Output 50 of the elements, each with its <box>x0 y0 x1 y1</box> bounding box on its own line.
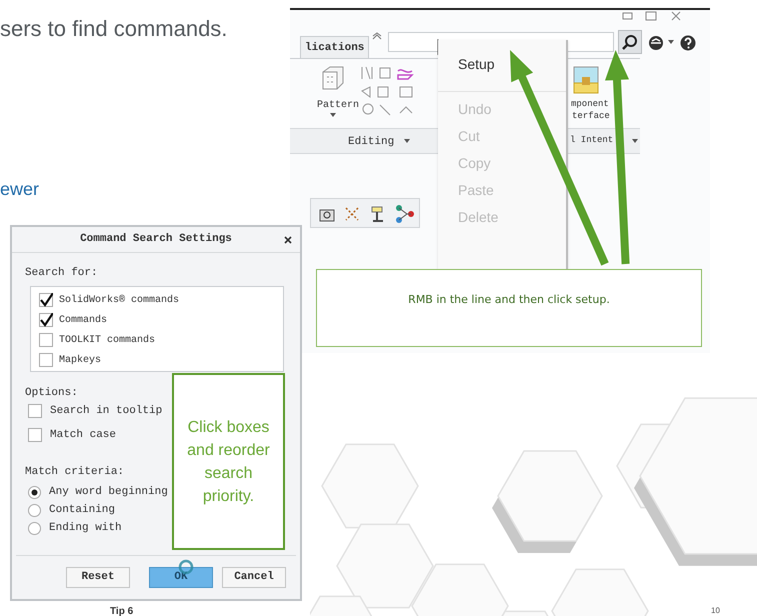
checkbox-label[interactable]: Mapkeys <box>59 352 102 368</box>
ribbon-group-label[interactable]: Editing <box>348 134 394 150</box>
ok-button[interactable]: OK <box>149 567 213 588</box>
cube-icon[interactable] <box>320 65 346 91</box>
puzzle-piece-icon[interactable] <box>572 65 600 95</box>
search-icon <box>622 34 638 50</box>
dialog-button[interactable]: Cancel <box>222 567 286 588</box>
checkbox-label[interactable]: TOOLKIT commands <box>59 332 156 348</box>
node-link-icon[interactable] <box>395 204 415 224</box>
search-button[interactable] <box>618 30 642 54</box>
radio-label[interactable]: Ending with <box>49 520 122 536</box>
checkbox[interactable] <box>39 353 53 367</box>
dropdown-caret-icon[interactable] <box>668 40 674 44</box>
dialog-button[interactable]: Reset <box>66 567 130 588</box>
checkbox-label[interactable]: Commands <box>59 312 108 328</box>
dialog-title: Command Search Settings <box>80 232 232 248</box>
checkbox-label[interactable]: Search in tooltip <box>50 403 162 420</box>
section-label: Match criteria: <box>25 465 124 480</box>
note-text: RMB in the line and then click setup. <box>408 292 610 308</box>
dropdown-caret-icon[interactable] <box>404 139 410 143</box>
selected-radio-button[interactable] <box>28 486 41 499</box>
ribbon-tab[interactable]: lications <box>300 36 370 58</box>
pattern-label[interactable]: Pattern <box>317 98 360 113</box>
dropdown-caret-icon[interactable] <box>632 139 638 143</box>
radio-label[interactable]: Any word beginning <box>49 484 168 500</box>
checkbox[interactable] <box>28 404 42 418</box>
slide-heading: sers to find commands. <box>0 15 228 43</box>
slide-subheading: ewer <box>0 180 40 198</box>
help-icon[interactable] <box>680 35 696 51</box>
section-label: Search for: <box>25 266 98 281</box>
radio-button[interactable] <box>28 522 41 535</box>
close-icon[interactable] <box>284 236 292 244</box>
checkbox[interactable] <box>28 428 42 442</box>
component-label[interactable]: terface <box>572 110 610 122</box>
callout-text: Click boxes and reorder search priority. <box>186 418 271 506</box>
ribbon-group-label[interactable]: l Intent <box>570 134 614 148</box>
slide-footer: Tip 6 <box>110 604 134 616</box>
checkbox-label[interactable]: SolidWorks® commands <box>59 292 180 308</box>
component-label[interactable]: mponent <box>571 98 609 110</box>
chevron-up-icon[interactable] <box>372 32 382 40</box>
checked-checkbox[interactable] <box>39 293 53 307</box>
dropdown-caret-icon[interactable] <box>330 113 336 117</box>
checkbox-label[interactable]: Match case <box>50 427 116 444</box>
radio-label[interactable]: Containing <box>49 502 116 518</box>
page-number: 10 <box>711 605 720 616</box>
menu-item[interactable]: Setup <box>458 54 495 74</box>
checked-checkbox[interactable] <box>39 313 53 327</box>
checkbox[interactable] <box>39 333 53 347</box>
section-label: Options: <box>25 386 78 401</box>
radio-button[interactable] <box>28 504 41 517</box>
